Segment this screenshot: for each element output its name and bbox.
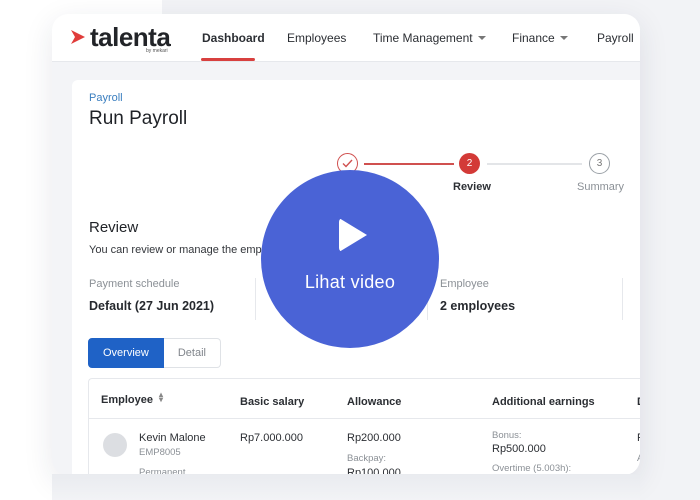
- step-connector-pending: [487, 163, 582, 165]
- step-2-active: 2: [459, 153, 480, 174]
- column-label: Employee: [101, 394, 153, 406]
- truncated-sub: A: [637, 453, 640, 464]
- sort-icon[interactable]: ▴ ▾: [159, 391, 163, 404]
- column-header-additional-earnings: Additional earnings: [492, 396, 595, 408]
- step-2-label: Review: [453, 181, 491, 193]
- info-value: 2 employees: [440, 299, 516, 313]
- column-header-allowance: Allowance: [347, 396, 402, 408]
- breadcrumb[interactable]: Payroll: [89, 92, 123, 104]
- bonus-value: Rp500.000: [492, 443, 546, 455]
- divider: [622, 278, 623, 320]
- nav-dashboard-label: Dashboard: [202, 31, 265, 45]
- truncated-value: R: [637, 432, 640, 444]
- check-icon: [342, 159, 353, 168]
- column-header-truncated: D: [637, 396, 640, 408]
- active-nav-indicator: [201, 58, 255, 61]
- top-navigation: talenta by mekari Dashboard Employees Ti…: [52, 14, 640, 62]
- info-value: Default (27 Jun 2021): [89, 299, 215, 313]
- info-employee: Employee 2 employees: [440, 278, 515, 313]
- chevron-down-icon: [477, 36, 486, 40]
- nav-employees-label: Employees: [287, 31, 347, 45]
- stage: talenta by mekari Dashboard Employees Ti…: [0, 0, 700, 500]
- tab-detail[interactable]: Detail: [163, 338, 221, 368]
- step-3-pending: 3: [589, 153, 610, 174]
- employee-id: EMP8005: [139, 447, 181, 458]
- nav-employees[interactable]: Employees: [287, 31, 346, 45]
- employee-name[interactable]: Kevin Malone: [139, 432, 206, 444]
- nav-payroll-label: Payroll: [597, 31, 634, 45]
- info-label: Payment schedule: [89, 278, 180, 290]
- divider: [255, 278, 256, 320]
- nav-finance-label: Finance: [512, 31, 555, 45]
- review-description: You can review or manage the emp: [89, 244, 262, 256]
- step-connector-completed: [364, 163, 454, 165]
- nav-time-management[interactable]: Time Management: [373, 31, 486, 45]
- play-video-label: Lihat video: [304, 271, 396, 292]
- column-header-basic-salary: Basic salary: [240, 396, 305, 408]
- info-payment-schedule: Payment schedule Default (27 Jun 2021): [89, 278, 214, 313]
- bonus-label: Bonus:: [492, 430, 522, 441]
- nav-dashboard[interactable]: Dashboard: [202, 31, 265, 45]
- brand-subtitle: by mekari: [146, 48, 168, 54]
- nav-payroll[interactable]: Payroll: [597, 31, 634, 45]
- bottom-fade: [52, 474, 640, 500]
- logo-arrow-icon: [71, 30, 85, 44]
- review-title: Review: [89, 219, 139, 236]
- allowance-value: Rp200.000: [347, 432, 401, 444]
- backpay-label: Backpay:: [347, 453, 387, 464]
- nav-time-management-label: Time Management: [373, 31, 473, 45]
- view-tabs: Overview Detail: [88, 338, 221, 368]
- talenta-logo[interactable]: talenta: [70, 22, 171, 52]
- overtime-label: Overtime (5.003h):: [492, 463, 572, 474]
- brand-name: talenta: [90, 22, 171, 52]
- chevron-down-icon: [559, 36, 568, 40]
- step-3-label: Summary: [577, 181, 625, 193]
- column-header-employee[interactable]: Employee ▴ ▾: [101, 391, 163, 407]
- table-header: Employee ▴ ▾ Basic salary Allowance Additi…: [89, 379, 640, 419]
- play-icon: [339, 217, 367, 252]
- play-video-button[interactable]: Lihat video: [261, 170, 439, 348]
- tab-overview[interactable]: Overview: [88, 338, 164, 368]
- page-title: Run Payroll: [89, 108, 188, 129]
- nav-finance[interactable]: Finance: [512, 31, 568, 45]
- basic-salary-value: Rp7.000.000: [240, 432, 303, 444]
- avatar: [103, 433, 127, 457]
- info-label: Employee: [440, 278, 489, 290]
- payroll-table: Employee ▴ ▾ Basic salary Allowance Additi…: [88, 378, 640, 475]
